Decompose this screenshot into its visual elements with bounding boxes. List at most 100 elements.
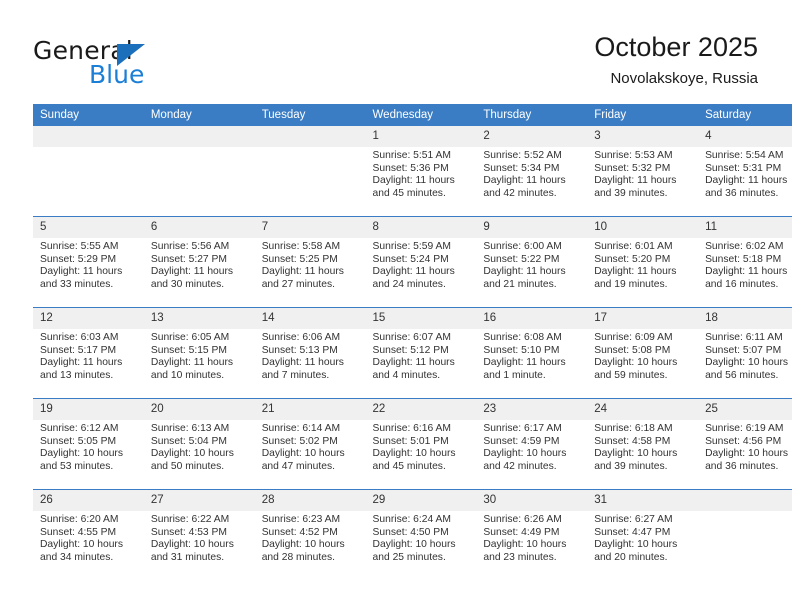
sunset-text: Sunset: 5:27 PM <box>150 253 227 265</box>
day-sun-info: Sunrise: 5:59 AM Sunset: 5:24 PM Daylight:… <box>366 238 477 291</box>
sunrise-text: Sunrise: 5:56 AM <box>150 241 230 252</box>
calendar-day-cell[interactable]: 17 Sunrise: 6:09 AM Sunset: 5:08 PM Dayligh… <box>587 307 699 399</box>
weekday-header-sunday: Sunday <box>33 104 144 126</box>
daylight-text: Daylight: 11 hours and 7 minutes. <box>261 357 344 381</box>
sunset-text: Sunset: 5:31 PM <box>705 162 782 174</box>
calendar-day-cell[interactable]: 19 Sunrise: 6:12 AM Sunset: 5:05 PM Dayligh… <box>33 398 144 490</box>
sunset-text: Sunset: 5:36 PM <box>372 162 449 174</box>
daylight-text: Daylight: 11 hours and 39 minutes. <box>594 175 677 199</box>
day-number: 12 <box>33 308 144 329</box>
calendar-day-cell[interactable]: 21 Sunrise: 6:14 AM Sunset: 5:02 PM Dayligh… <box>254 398 366 490</box>
sunset-text: Sunset: 4:52 PM <box>261 526 338 538</box>
day-sun-info: Sunrise: 6:03 AM Sunset: 5:17 PM Daylight:… <box>33 329 144 382</box>
daylight-text: Daylight: 10 hours and 34 minutes. <box>40 539 123 563</box>
calendar-day-cell-empty <box>143 126 255 217</box>
day-number: 4 <box>698 126 792 147</box>
sunrise-text: Sunrise: 6:22 AM <box>150 514 230 525</box>
calendar-day-cell[interactable]: 11 Sunrise: 6:02 AM Sunset: 5:18 PM Dayligh… <box>698 216 792 308</box>
calendar-day-cell[interactable]: 12 Sunrise: 6:03 AM Sunset: 5:17 PM Dayligh… <box>33 307 144 399</box>
calendar-day-cell[interactable]: 15 Sunrise: 6:07 AM Sunset: 5:12 PM Dayligh… <box>365 307 477 399</box>
sunrise-text: Sunrise: 6:01 AM <box>594 241 673 252</box>
calendar-page: General Blue October 2025 Novolakskoye, … <box>0 0 792 612</box>
day-sun-info: Sunrise: 6:02 AM Sunset: 5:18 PM Daylight:… <box>698 238 792 291</box>
sunset-text: Sunset: 5:32 PM <box>594 162 671 174</box>
calendar-day-cell[interactable]: 6 Sunrise: 5:56 AM Sunset: 5:27 PM Daylight… <box>143 216 255 308</box>
day-sun-info: Sunrise: 6:14 AM Sunset: 5:02 PM Daylight:… <box>255 420 366 473</box>
daylight-text: Daylight: 10 hours and 20 minutes. <box>594 539 678 563</box>
calendar-day-cell[interactable]: 1 Sunrise: 5:51 AM Sunset: 5:36 PM Daylight… <box>365 126 477 217</box>
calendar-day-cell[interactable]: 24 Sunrise: 6:18 AM Sunset: 4:58 PM Dayligh… <box>587 398 699 490</box>
calendar-day-cell[interactable]: 30 Sunrise: 6:26 AM Sunset: 4:49 PM Dayligh… <box>476 489 588 580</box>
daylight-text: Daylight: 11 hours and 10 minutes. <box>150 357 234 381</box>
daylight-text: Daylight: 11 hours and 16 minutes. <box>705 266 788 290</box>
weekday-header-wednesday: Wednesday <box>365 104 477 126</box>
calendar-day-cell[interactable]: 5 Sunrise: 5:55 AM Sunset: 5:29 PM Daylight… <box>33 216 144 308</box>
calendar-day-cell[interactable]: 18 Sunrise: 6:11 AM Sunset: 5:07 PM Dayligh… <box>698 307 792 399</box>
day-number: 5 <box>33 217 144 238</box>
sunrise-text: Sunrise: 5:52 AM <box>483 150 562 161</box>
sunrise-text: Sunrise: 6:03 AM <box>40 332 119 343</box>
day-sun-info: Sunrise: 6:07 AM Sunset: 5:12 PM Daylight:… <box>366 329 477 382</box>
daylight-text: Daylight: 10 hours and 47 minutes. <box>261 448 345 472</box>
sunset-text: Sunset: 5:18 PM <box>705 253 782 265</box>
day-number: 24 <box>587 399 699 420</box>
day-number: 26 <box>33 490 144 511</box>
sunrise-text: Sunrise: 6:23 AM <box>261 514 341 525</box>
calendar-day-cell[interactable]: 31 Sunrise: 6:27 AM Sunset: 4:47 PM Dayligh… <box>587 489 699 580</box>
daylight-text: Daylight: 11 hours and 36 minutes. <box>705 175 788 199</box>
calendar-day-cell[interactable]: 13 Sunrise: 6:05 AM Sunset: 5:15 PM Dayligh… <box>143 307 255 399</box>
calendar-day-cell[interactable]: 2 Sunrise: 5:52 AM Sunset: 5:34 PM Daylight… <box>476 126 588 217</box>
daylight-text: Daylight: 10 hours and 31 minutes. <box>150 539 234 563</box>
calendar-day-cell[interactable]: 8 Sunrise: 5:59 AM Sunset: 5:24 PM Daylight… <box>365 216 477 308</box>
sunrise-text: Sunrise: 5:59 AM <box>372 241 451 252</box>
calendar-day-cell[interactable]: 10 Sunrise: 6:01 AM Sunset: 5:20 PM Dayligh… <box>587 216 699 308</box>
daylight-text: Daylight: 10 hours and 42 minutes. <box>483 448 567 472</box>
sunrise-text: Sunrise: 6:09 AM <box>594 332 673 343</box>
day-number: 31 <box>587 490 699 511</box>
calendar-day-cell[interactable]: 16 Sunrise: 6:08 AM Sunset: 5:10 PM Dayligh… <box>476 307 588 399</box>
daylight-text: Daylight: 11 hours and 21 minutes. <box>483 266 566 290</box>
calendar-week-row: 12 Sunrise: 6:03 AM Sunset: 5:17 PM Dayligh… <box>33 307 792 399</box>
calendar-day-cell[interactable]: 27 Sunrise: 6:22 AM Sunset: 4:53 PM Dayligh… <box>143 489 255 580</box>
day-number <box>143 126 255 147</box>
sunrise-text: Sunrise: 5:58 AM <box>261 241 341 252</box>
calendar-week-row: 26 Sunrise: 6:20 AM Sunset: 4:55 PM Dayligh… <box>33 489 792 580</box>
weekday-header-row: Sunday Monday Tuesday Wednesday Thursday Frid… <box>33 104 792 126</box>
calendar-day-cell[interactable]: 7 Sunrise: 5:58 AM Sunset: 5:25 PM Daylight… <box>254 216 366 308</box>
day-number: 21 <box>254 399 366 420</box>
day-sun-info: Sunrise: 6:27 AM Sunset: 4:47 PM Daylight:… <box>587 511 698 564</box>
weekday-header-monday: Monday <box>143 104 255 126</box>
calendar-day-cell[interactable]: 20 Sunrise: 6:13 AM Sunset: 5:04 PM Dayligh… <box>143 398 255 490</box>
day-number <box>698 490 792 511</box>
calendar-day-cell[interactable]: 29 Sunrise: 6:24 AM Sunset: 4:50 PM Dayligh… <box>365 489 477 580</box>
sunrise-text: Sunrise: 6:14 AM <box>261 423 341 434</box>
daylight-text: Daylight: 10 hours and 23 minutes. <box>483 539 567 563</box>
day-sun-info: Sunrise: 6:16 AM Sunset: 5:01 PM Daylight:… <box>366 420 477 473</box>
calendar-day-cell[interactable]: 22 Sunrise: 6:16 AM Sunset: 5:01 PM Dayligh… <box>365 398 477 490</box>
calendar-day-cell[interactable]: 25 Sunrise: 6:19 AM Sunset: 4:56 PM Dayligh… <box>698 398 792 490</box>
calendar-day-cell[interactable]: 4 Sunrise: 5:54 AM Sunset: 5:31 PM Daylight… <box>698 126 792 217</box>
calendar-day-cell-empty <box>254 126 366 217</box>
sunset-text: Sunset: 4:59 PM <box>483 435 560 447</box>
sunset-text: Sunset: 5:29 PM <box>40 253 117 265</box>
day-sun-info: Sunrise: 6:05 AM Sunset: 5:15 PM Daylight:… <box>144 329 255 382</box>
day-number: 10 <box>587 217 699 238</box>
day-number: 6 <box>143 217 255 238</box>
calendar-day-cell[interactable]: 26 Sunrise: 6:20 AM Sunset: 4:55 PM Dayligh… <box>33 489 144 580</box>
calendar-day-cell[interactable]: 23 Sunrise: 6:17 AM Sunset: 4:59 PM Dayligh… <box>476 398 588 490</box>
day-number: 19 <box>33 399 144 420</box>
sunrise-text: Sunrise: 6:12 AM <box>40 423 119 434</box>
day-number: 29 <box>365 490 477 511</box>
calendar-day-cell[interactable]: 9 Sunrise: 6:00 AM Sunset: 5:22 PM Daylight… <box>476 216 588 308</box>
calendar-day-cell[interactable]: 14 Sunrise: 6:06 AM Sunset: 5:13 PM Dayligh… <box>254 307 366 399</box>
daylight-text: Daylight: 10 hours and 25 minutes. <box>372 539 456 563</box>
day-sun-info: Sunrise: 5:51 AM Sunset: 5:36 PM Daylight:… <box>366 147 477 200</box>
daylight-text: Daylight: 10 hours and 39 minutes. <box>594 448 678 472</box>
sunrise-text: Sunrise: 6:00 AM <box>483 241 562 252</box>
day-sun-info: Sunrise: 6:00 AM Sunset: 5:22 PM Daylight:… <box>476 238 587 291</box>
day-sun-info: Sunrise: 5:54 AM Sunset: 5:31 PM Daylight:… <box>698 147 792 200</box>
day-sun-info: Sunrise: 6:11 AM Sunset: 5:07 PM Daylight:… <box>698 329 792 382</box>
calendar-week-row: 19 Sunrise: 6:12 AM Sunset: 5:05 PM Dayligh… <box>33 398 792 490</box>
calendar-day-cell[interactable]: 28 Sunrise: 6:23 AM Sunset: 4:52 PM Dayligh… <box>254 489 366 580</box>
calendar-day-cell[interactable]: 3 Sunrise: 5:53 AM Sunset: 5:32 PM Daylight… <box>587 126 699 217</box>
